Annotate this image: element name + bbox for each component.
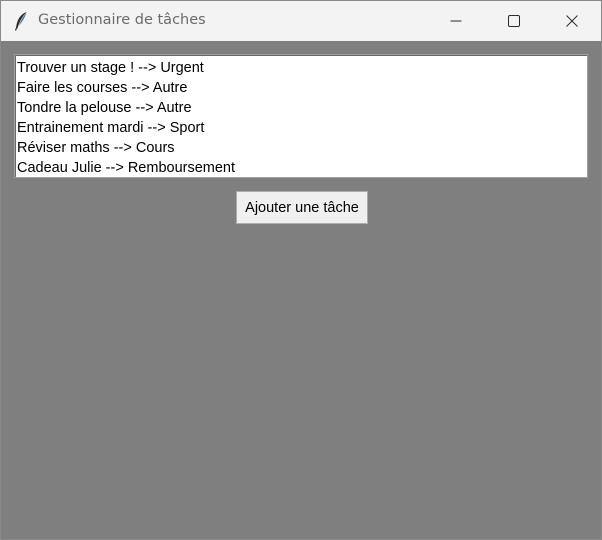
- task-item[interactable]: Réviser maths --> Cours: [15, 138, 587, 158]
- client-area: Trouver un stage ! --> Urgent Faire les …: [1, 42, 601, 539]
- add-task-button[interactable]: Ajouter une tâche: [236, 191, 368, 224]
- minimize-icon: [450, 15, 462, 27]
- task-item[interactable]: Cadeau Julie --> Remboursement: [15, 158, 587, 178]
- app-window: Gestionnaire de tâches Trouver un stage …: [0, 0, 602, 540]
- close-button[interactable]: [549, 1, 595, 41]
- window-title: Gestionnaire de tâches: [38, 12, 206, 28]
- task-listbox[interactable]: Trouver un stage ! --> Urgent Faire les …: [14, 54, 588, 178]
- minimize-button[interactable]: [433, 1, 479, 41]
- task-item[interactable]: Entrainement mardi --> Sport: [15, 118, 587, 138]
- maximize-icon: [508, 15, 520, 27]
- task-item[interactable]: Tondre la pelouse --> Autre: [15, 98, 587, 118]
- title-bar[interactable]: Gestionnaire de tâches: [1, 1, 601, 41]
- feather-icon: [13, 11, 29, 31]
- maximize-button[interactable]: [491, 1, 537, 41]
- close-icon: [566, 15, 578, 27]
- task-item[interactable]: Faire les courses --> Autre: [15, 78, 587, 98]
- task-item[interactable]: Trouver un stage ! --> Urgent: [15, 58, 587, 78]
